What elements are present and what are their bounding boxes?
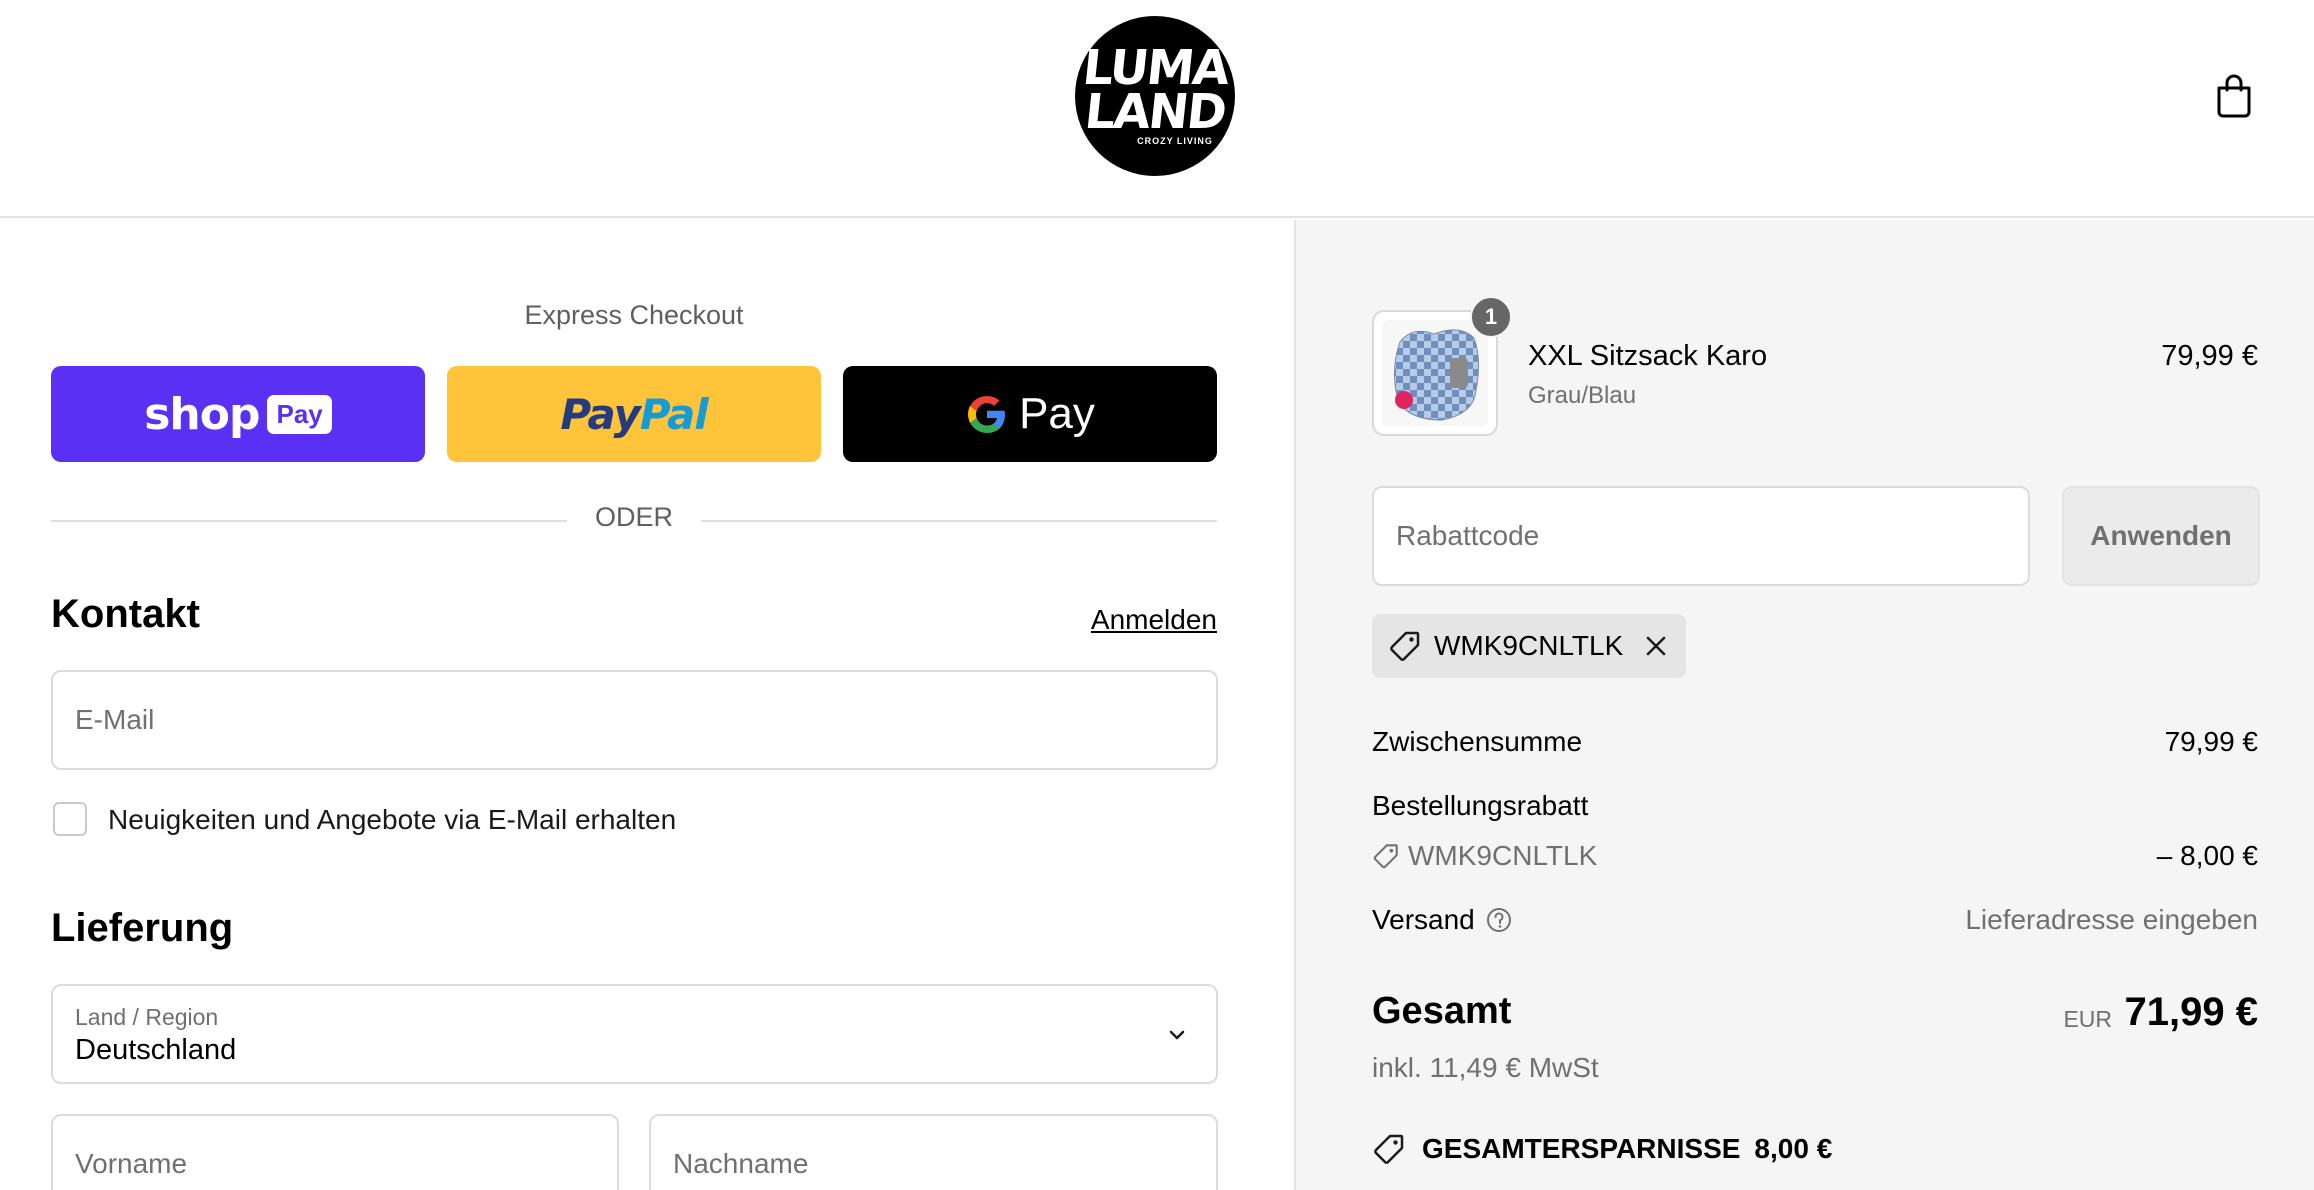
quantity-badge: 1 [1470, 296, 1512, 338]
shipping-label: Versand [1372, 904, 1475, 935]
total-savings: GESAMTERSPARNISSE 8,00 € [1372, 1132, 1832, 1166]
order-discount-code: WMK9CNLTLK [1408, 840, 1598, 871]
google-pay-button[interactable]: Pay [843, 366, 1217, 462]
shop-pay-badge: Pay [267, 394, 332, 434]
apply-discount-button[interactable]: Anwenden [2062, 486, 2260, 586]
tag-icon [1374, 1134, 1404, 1164]
total-savings-label: GESAMTERSPARNISSE [1422, 1133, 1741, 1164]
shopping-bag-icon[interactable] [2214, 72, 2254, 118]
last-name-field[interactable] [649, 1114, 1218, 1190]
country-select-value: Deutschland [75, 1034, 237, 1066]
paypal-button[interactable]: Pay Pal [447, 366, 821, 462]
help-circle-icon[interactable] [1485, 906, 1513, 934]
store-logo[interactable]: LUMA LAND CROZY LIVING [1075, 16, 1235, 176]
paypal-wordmark-b: Pal [639, 389, 709, 439]
or-divider: ODER [51, 502, 1217, 538]
chevron-down-icon [1169, 1030, 1185, 1040]
paypal-wordmark-a: Pay [560, 389, 641, 439]
express-checkout-title: Express Checkout [524, 300, 744, 330]
last-name-input[interactable] [673, 1116, 1194, 1190]
or-divider-label: ODER [594, 502, 673, 532]
tax-note: inkl. 11,49 € MwSt [1372, 1052, 1599, 1083]
tag-icon [1373, 844, 1398, 869]
subtotal-value: 79,99 € [2164, 726, 2258, 757]
total-value: 71,99 € [2124, 990, 2258, 1034]
order-summary: 1 XXL Sitzsack Karo Grau/Blau 79,99 € An… [1294, 220, 2314, 1190]
contact-heading: Kontakt [51, 592, 200, 636]
order-discount-value: – 8,00 € [2156, 840, 2258, 871]
divider-line-left [51, 520, 567, 522]
google-g-icon [968, 396, 1006, 433]
login-link[interactable]: Anmelden [1091, 604, 1217, 636]
first-name-input[interactable] [75, 1116, 595, 1190]
subtotal-label: Zwischensumme [1372, 726, 1583, 757]
country-select[interactable]: Land / Region Deutschland [51, 984, 1218, 1084]
order-discount-label: Bestellungsrabatt [1372, 790, 1589, 821]
checkout-form: Express Checkout shop Pay Pay Pal Pay ODE… [0, 220, 1294, 1190]
applied-discount-code: WMK9CNLTLK [1434, 630, 1624, 661]
total-savings-value: 8,00 € [1754, 1133, 1833, 1164]
newsletter-label: Neuigkeiten und Angebote via E-Mail erha… [108, 804, 677, 835]
beanbag-image [1382, 320, 1488, 426]
divider-line-right [701, 520, 1217, 522]
total-label: Gesamt [1372, 990, 1512, 1032]
logo-line-2: LAND [1082, 84, 1228, 140]
delivery-heading: Lieferung [51, 906, 234, 950]
applied-discount-chip: WMK9CNLTLK [1372, 614, 1686, 678]
google-pay-wordmark: Pay [1019, 389, 1095, 438]
shop-pay-wordmark: shop [144, 388, 260, 440]
discount-code-field[interactable] [1372, 486, 2030, 586]
header: LUMA LAND CROZY LIVING [0, 0, 2314, 218]
first-name-field[interactable] [51, 1114, 619, 1190]
order-discount-code-row: WMK9CNLTLK [1372, 840, 1597, 872]
tag-icon [1390, 631, 1420, 661]
newsletter-checkbox[interactable] [53, 802, 87, 836]
product-price: 79,99 € [2161, 340, 2258, 372]
product-name: XXL Sitzsack Karo [1528, 340, 1768, 372]
product-variant: Grau/Blau [1528, 382, 1637, 409]
product-image [1382, 320, 1488, 426]
country-select-label: Land / Region [75, 1004, 219, 1030]
total-currency: EUR [2063, 1006, 2112, 1032]
shop-pay-button[interactable]: shop Pay [51, 366, 425, 462]
shipping-value: Lieferadresse eingeben [1965, 904, 2258, 935]
email-input[interactable] [75, 672, 1194, 768]
shipping-row: Versand [1372, 904, 1513, 936]
email-field[interactable] [51, 670, 1218, 770]
discount-code-input[interactable] [1396, 488, 2006, 584]
remove-discount-icon[interactable] [1643, 633, 1669, 659]
